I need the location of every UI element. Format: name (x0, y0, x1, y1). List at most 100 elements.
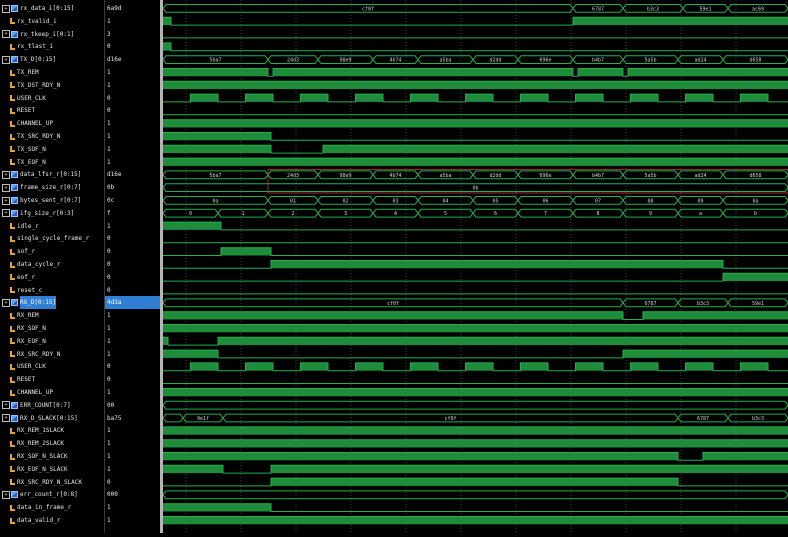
bus-value-label: 6787 (644, 301, 656, 307)
signal-icon (10, 517, 15, 524)
bus-value-label: 5ba7 (209, 58, 221, 64)
signal-high-fill (163, 439, 788, 448)
bus-icon (11, 299, 18, 307)
expand-icon[interactable]: + (2, 196, 10, 205)
signal-value-pane: 6a9d 1 3 0 d16e 1 1 0 0 1 1 1 1 d16e 0b 0c f 1 0 0 0 0 0 4d3a 1 1… (104, 0, 163, 533)
bus-icon (11, 30, 18, 38)
expand-icon[interactable]: + (2, 209, 10, 218)
signal-name-label: RX_D_SLACK[0:15] (20, 414, 78, 422)
signal-row-name[interactable]: TX_SOF_N (0, 143, 104, 156)
expand-icon[interactable]: + (2, 490, 10, 499)
signal-row-name[interactable]: + RX_D[0:15] (0, 296, 104, 310)
expand-icon[interactable]: + (2, 183, 10, 192)
signal-name-label: err_count_r[0:8] (20, 491, 78, 499)
signal-row-name[interactable]: USER_CLK (0, 360, 104, 373)
signal-row-name[interactable]: data_cycle_r (0, 258, 104, 271)
signal-value-label: 0 (107, 478, 111, 486)
signal-high-fill (271, 260, 723, 269)
bus-value-label: 0 (189, 211, 192, 217)
signal-icon (10, 363, 15, 370)
signal-value-label: 0 (107, 43, 111, 51)
signal-name-label: ifg_size_r[0:3] (20, 209, 75, 217)
signal-icon (10, 504, 15, 511)
signal-row-name[interactable]: + ERR_COUNT[0:7] (0, 399, 104, 412)
signal-row-name[interactable]: TX_EOF_N (0, 156, 104, 169)
bus-value-label: 4b74 (389, 58, 401, 64)
signal-value-label: 0 (107, 273, 111, 281)
bus-value-label: 5a5b (644, 173, 656, 179)
signal-row-name[interactable]: RESET (0, 373, 104, 386)
signal-name-label: ERR_COUNT[0:7] (20, 401, 71, 409)
signal-high-fill (163, 132, 271, 141)
signal-row-name[interactable]: RX_SRC_RDY_N_SLACK (0, 476, 104, 489)
signal-value-label: 000 (107, 491, 118, 499)
signal-row-name[interactable]: idle_r (0, 220, 104, 233)
signal-value-label: 0 (107, 235, 111, 243)
signal-name-label: RX_REM (17, 312, 39, 320)
signal-row-name[interactable]: + bytes_sent_r[0:7] (0, 194, 104, 207)
bus-value-label: b3c3 (697, 301, 709, 307)
signal-value-label: ba75 (107, 414, 122, 422)
signal-icon (10, 338, 15, 345)
signal-row-name[interactable]: eof_r (0, 271, 104, 284)
signal-value-label: 1 (107, 312, 111, 320)
signal-row-name[interactable]: TX_REM (0, 66, 104, 79)
signal-name-label: RX_D[0:15] (20, 296, 57, 310)
signal-name-label: RX_REM_1SLACK (17, 427, 64, 435)
expand-icon[interactable]: + (2, 401, 10, 410)
signal-row-name[interactable]: TX_DST_RDY_N (0, 79, 104, 92)
signal-value-label: 1 (107, 81, 111, 89)
signal-value-label: 0 (107, 94, 111, 102)
signal-row-name[interactable]: single_cycle_frame_r (0, 232, 104, 245)
expand-icon[interactable]: + (2, 4, 10, 13)
signal-row-name[interactable]: + TX_D[0:15] (0, 53, 104, 66)
expand-icon[interactable]: + (2, 30, 10, 39)
signal-name-label: RESET (17, 107, 36, 115)
signal-row-name[interactable]: sof_r (0, 245, 104, 258)
signal-high-fill (163, 465, 223, 474)
signal-name-label: CHANNEL_UP (17, 389, 54, 396)
signal-row-name[interactable]: RX_SOF_N (0, 322, 104, 335)
clock-high-fill (245, 362, 273, 371)
expand-icon[interactable]: + (2, 414, 10, 423)
signal-icon (10, 133, 15, 140)
waveform-pane[interactable]: cf0f 6787 b3c3 59e1 ac69 5ba7 24d3 98e9 4b74 a5ba… (162, 0, 788, 533)
bus-value-label: cf0f (362, 6, 374, 12)
signal-row-name[interactable]: RX_SOF_N_SLACK (0, 450, 104, 463)
signal-row-name[interactable]: RX_SRC_RDY_N (0, 348, 104, 361)
signal-row-name[interactable]: + data_lfsr_r[0:15] (0, 168, 104, 181)
expand-icon[interactable]: + (2, 170, 10, 179)
signal-high-fill (163, 426, 788, 435)
signal-row-name[interactable]: rx_tvalid_i (0, 15, 104, 28)
bus-value-label: 8 (596, 211, 599, 217)
expand-icon[interactable]: + (2, 55, 10, 64)
signal-row-name[interactable]: + rx_data_i[0:15] (0, 2, 104, 15)
signal-row-name[interactable]: CHANNEL_UP (0, 386, 104, 399)
signal-row-name[interactable]: RX_EOF_N_SLACK (0, 463, 104, 476)
signal-row-name[interactable]: RX_EOF_N (0, 335, 104, 348)
signal-row-name[interactable]: RX_REM_2SLACK (0, 437, 104, 450)
signal-row-name[interactable]: + ifg_size_r[0:3] (0, 207, 104, 220)
signal-row-name[interactable]: rx_tlast_i (0, 40, 104, 53)
signal-icon (10, 82, 15, 89)
signal-icon (10, 69, 15, 76)
signal-row-name[interactable]: + RX_D_SLACK[0:15] (0, 412, 104, 425)
signal-row-name[interactable]: data_valid_r (0, 514, 104, 527)
signal-row-name[interactable]: + rx_tkeep_i[0:1] (0, 28, 104, 41)
signal-high-fill (703, 452, 788, 461)
signal-name-label: RX_EOF_N_SLACK (17, 465, 68, 473)
signal-row-name[interactable]: + frame_size_r[0:7] (0, 181, 104, 194)
bus-value-label: a (699, 211, 702, 217)
signal-row-name[interactable]: USER_CLK (0, 92, 104, 105)
signal-row-name[interactable]: CHANNEL_UP (0, 117, 104, 130)
signal-row-name[interactable]: RX_REM_1SLACK (0, 424, 104, 437)
signal-row-name[interactable]: reset_c (0, 284, 104, 297)
signal-row-name[interactable]: + err_count_r[0:8] (0, 488, 104, 501)
expand-icon[interactable]: + (2, 298, 10, 307)
bus-value-label: 1 (241, 211, 244, 217)
waveform-canvas[interactable]: cf0f 6787 b3c3 59e1 ac695ba7 24d3 98e9 4b74 a5ba… (162, 0, 788, 533)
signal-row-name[interactable]: RX_REM (0, 309, 104, 322)
signal-row-name[interactable]: data_in_frame_r (0, 501, 104, 514)
signal-row-name[interactable]: RESET (0, 104, 104, 117)
signal-row-name[interactable]: TX_SRC_RDY_N (0, 130, 104, 143)
